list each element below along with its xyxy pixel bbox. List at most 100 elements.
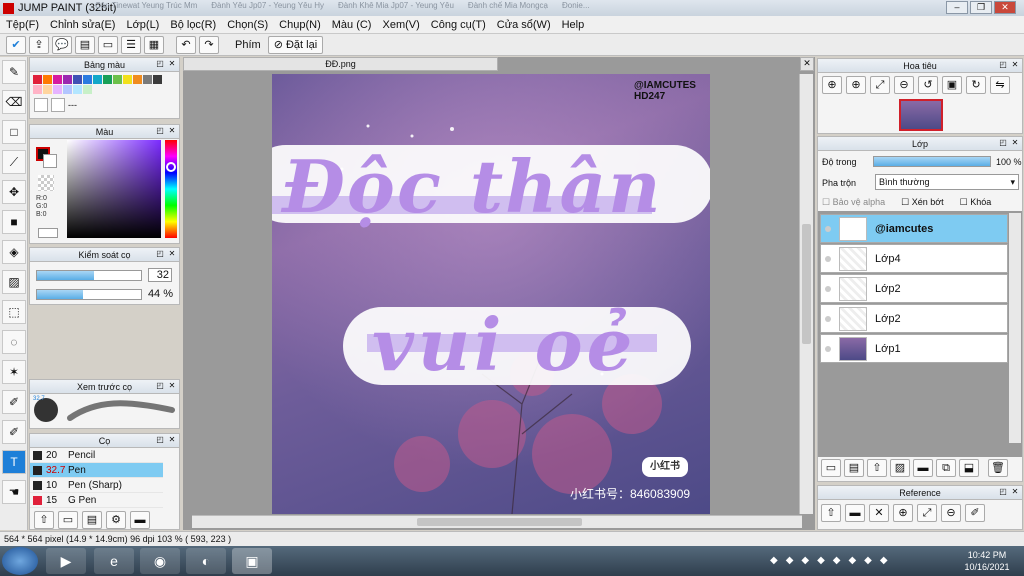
vertical-scrollbar[interactable] [799,74,813,514]
dock-icon[interactable]: ◰ [998,487,1008,497]
move-tool-icon[interactable]: ✥ [2,180,26,204]
merge-icon[interactable]: ⬓ [959,459,979,477]
close-panel-icon[interactable]: ✕ [1010,487,1020,497]
minimize-button[interactable]: – [946,1,968,14]
jump-paint-task-icon[interactable]: ▣ [232,548,272,574]
menu-tools[interactable]: Công cụ(T) [431,19,486,31]
start-button[interactable] [2,547,38,575]
dock-icon[interactable]: ◰ [998,138,1008,148]
layer-row[interactable]: Lớp2 [820,274,1008,303]
menu-filter[interactable]: Bộ lọc(R) [170,19,216,31]
brush-size-input[interactable]: 32 [148,268,172,282]
close-panel-icon[interactable]: ✕ [167,435,177,445]
menu-layer[interactable]: Lớp(L) [126,19,159,31]
brush-item[interactable]: 15 G Pen [30,493,163,508]
clipping-checkbox[interactable]: ☐ Xén bớt [901,197,944,208]
bucket-tool-icon[interactable]: ◈ [2,240,26,264]
pattern-layer-icon[interactable]: ▨ [890,459,910,477]
vertical-scroll-thumb[interactable] [802,224,811,344]
undo-icon[interactable]: ↶ [176,35,196,54]
dock-icon[interactable]: ◰ [155,435,165,445]
menu-capture[interactable]: Chụp(N) [279,19,321,31]
color-swatch[interactable] [103,75,112,84]
folder-icon[interactable]: ▬ [913,459,933,477]
line-tool-icon[interactable]: ⟋ [2,150,26,174]
color-swatch[interactable] [93,75,102,84]
artwork-canvas[interactable]: @IAMCUTES HD247 Độc thân vui oẻ 小红书 小红书号… [272,74,710,514]
visibility-icon[interactable] [821,335,835,362]
document-tab[interactable]: ĐĐ.png [183,57,498,71]
menu-file[interactable]: Tệp(F) [6,19,39,31]
color-swatch[interactable] [123,75,132,84]
app-icon[interactable]: ◐ [186,548,226,574]
color-swatch[interactable] [73,85,82,94]
color-swatch[interactable] [83,75,92,84]
color-swatch[interactable] [43,85,52,94]
close-panel-icon[interactable]: ✕ [167,59,177,69]
redo-icon[interactable]: ↷ [199,35,219,54]
eyedropper-icon[interactable] [38,228,58,238]
brush-settings-icon[interactable]: ⚙ [106,511,126,529]
open-folder-icon[interactable]: ▬ [845,504,865,522]
trash-icon[interactable]: 🗑 [988,459,1008,477]
clock[interactable]: 10:42 PM 10/16/2021 [954,549,1020,573]
grid-icon[interactable]: ▦ [144,35,164,54]
hue-slider[interactable] [165,140,177,238]
zoom-in-icon[interactable]: ⊕ [822,76,842,94]
rectangle-tool-icon[interactable]: □ [2,120,26,144]
brush-opacity-slider[interactable] [36,288,142,300]
layer-row[interactable]: Lớp2 [820,304,1008,333]
ie-icon[interactable]: e [94,548,134,574]
color-swatch[interactable] [53,85,62,94]
visibility-icon[interactable] [821,305,835,332]
message-icon[interactable]: ▤ [75,35,95,54]
saturation-value-box[interactable] [67,140,161,238]
rotate-right-icon[interactable]: ↻ [966,76,986,94]
color-swatch[interactable] [53,75,62,84]
color-swatch[interactable] [83,85,92,94]
navigator-thumbnail[interactable] [899,99,943,131]
visibility-icon[interactable] [821,215,835,242]
brush-menu-icon[interactable]: ▤ [82,511,102,529]
hue-handle[interactable] [166,162,176,172]
fit-icon[interactable]: ⤢ [870,76,890,94]
color-swatch[interactable] [43,75,52,84]
close-panel-icon[interactable]: ✕ [1010,138,1020,148]
layer-scrollbar[interactable] [1009,213,1021,443]
fit-icon[interactable]: ⤢ [917,504,937,522]
reset-view-icon[interactable]: ▣ [942,76,962,94]
dock-icon[interactable]: ◰ [998,60,1008,70]
brush-item[interactable]: 20 Pencil [30,448,163,463]
close-panel-icon[interactable]: ✕ [1010,60,1020,70]
zoom-in-icon[interactable]: ⊕ [893,504,913,522]
horizontal-scroll-thumb[interactable] [417,518,582,526]
new-brush-icon[interactable]: ▭ [58,511,78,529]
fill-rect-tool-icon[interactable]: ■ [2,210,26,234]
color-swatch[interactable] [33,85,42,94]
color-swatch[interactable] [63,85,72,94]
maximize-button[interactable]: ❐ [970,1,992,14]
color-swatch[interactable] [133,75,142,84]
menu-window[interactable]: Cửa sổ(W) [497,19,551,31]
import-layer-icon[interactable]: ⇧ [867,459,887,477]
new-layer-icon[interactable]: ▭ [821,459,841,477]
check-icon[interactable]: ✔ [6,35,26,54]
layer-row[interactable]: Lớp4 [820,244,1008,273]
folder-icon[interactable]: ▬ [130,511,150,529]
share-icon[interactable]: ⇪ [29,35,49,54]
menu-select[interactable]: Chọn(S) [227,19,268,31]
menu-help[interactable]: Help [562,19,585,31]
layer-row[interactable]: @iamcutes [820,214,1008,243]
close-panel-icon[interactable]: ✕ [167,126,177,136]
dock-icon[interactable]: ◰ [155,59,165,69]
color-swatch[interactable] [163,75,172,84]
lasso-tool-icon[interactable]: ◌ [2,330,26,354]
duplicate-icon[interactable]: ⧉ [936,459,956,477]
new-layer-folder-icon[interactable]: ▤ [844,459,864,477]
comment-icon[interactable]: 💬 [52,35,72,54]
close-panel-icon[interactable]: ✕ [167,381,177,391]
close-button[interactable]: ✕ [994,1,1016,14]
color-swatch[interactable] [73,75,82,84]
select-rect-icon[interactable]: ⬚ [2,300,26,324]
eraser-tool-icon[interactable]: ⌫ [2,90,26,114]
